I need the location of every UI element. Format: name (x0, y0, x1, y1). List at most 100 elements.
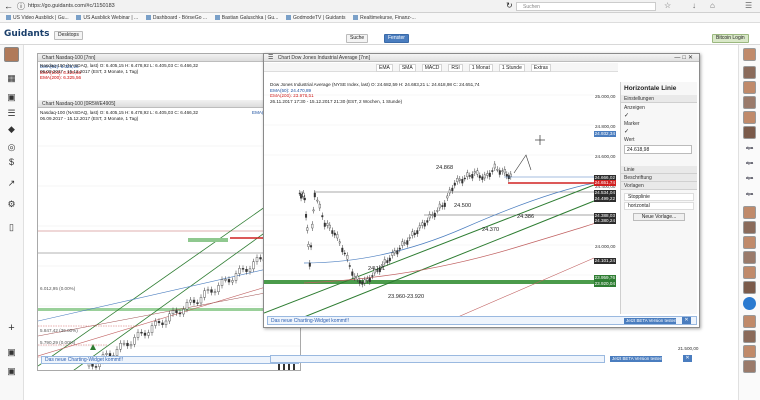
candle (192, 299, 196, 303)
dpa-afx-icon[interactable]: dpa (743, 157, 756, 168)
bookmarks-bar: US Video Ausblick | Gu... US Ausblick We… (0, 13, 760, 23)
user-avatar[interactable] (743, 111, 756, 124)
show-checkbox[interactable]: ✓ (624, 112, 694, 119)
value-input[interactable]: 24.618,98 (624, 145, 692, 154)
dpa-afx-icon[interactable]: dpa (743, 142, 756, 153)
marker-checkbox[interactable]: ✓ (624, 128, 694, 135)
section-beschriftung[interactable]: Beschriftung (621, 174, 697, 182)
list-icon[interactable]: ☰ (5, 107, 18, 119)
reload-icon[interactable]: ↻ (506, 1, 513, 10)
candle (496, 168, 499, 171)
dow-chart-canvas[interactable] (264, 73, 618, 323)
window-titlebar[interactable]: Chart Nasdaq-100 [7nn] (38, 54, 300, 62)
user-avatar[interactable] (743, 206, 756, 219)
dow-chart-window[interactable]: ☰ Chart Dow Jones Industrial Average [7n… (263, 53, 700, 328)
user-avatar[interactable] (743, 126, 756, 139)
window-button[interactable]: Fenster (384, 34, 409, 43)
candle (326, 222, 329, 226)
candle (403, 242, 406, 244)
toolbar-button-extras[interactable]: Extras (530, 64, 552, 72)
user-avatar[interactable] (743, 251, 756, 264)
section-einstellungen[interactable]: Einstellungen (621, 95, 697, 103)
gdn-icon[interactable] (743, 297, 756, 310)
dpa-afx-icon[interactable]: dpa (743, 188, 756, 199)
window-title: Chart Nasdaq-100 [7nn] (42, 55, 96, 61)
chart-icon[interactable]: ↗ (5, 177, 18, 189)
toolbar-button-1-monat[interactable]: 1 Monat (468, 64, 493, 72)
login-button[interactable]: Bitcoin Login (712, 34, 749, 43)
url-text[interactable]: https://go.guidants.com/#c/1150183 (28, 3, 115, 9)
search-button[interactable]: Suche (346, 34, 369, 43)
user-avatar[interactable] (743, 236, 756, 249)
toolbar-button-ema[interactable]: EMA (376, 64, 393, 72)
section-linie[interactable]: Linie (621, 166, 697, 174)
user-avatar[interactable] (743, 281, 756, 294)
toolbar-button-macd[interactable]: MACD (421, 64, 443, 72)
bookmark-item[interactable]: Realtimekurse, Finanz-... (353, 13, 416, 22)
bookmark-item[interactable]: Dashboard - BörseGo ... (146, 13, 207, 22)
announcement-text: Das neue Charting-Widget kommt!! (45, 357, 124, 363)
menu-icon[interactable]: ☰ (745, 1, 752, 10)
add-icon[interactable]: + (5, 322, 18, 334)
guidants-logo[interactable]: Guidants (4, 29, 49, 39)
close-announcement-button[interactable]: ✕ (683, 355, 692, 362)
trendline (287, 200, 595, 323)
nasdaq-chart-canvas[interactable] (38, 126, 301, 371)
settings-icon[interactable]: ⚙ (5, 198, 18, 210)
template-item[interactable]: Stopplinie (624, 193, 694, 201)
back-icon[interactable]: ← (4, 1, 13, 11)
template-item[interactable]: horizontal (624, 202, 694, 210)
bookmark-item[interactable]: GodmodeTV | Guidants (286, 13, 345, 22)
browser-search-input[interactable]: Suchen (516, 2, 656, 11)
info-icon[interactable]: ⓘ (17, 1, 25, 12)
user-avatar[interactable] (743, 81, 756, 94)
toolbar-button-rsi[interactable]: RSI (448, 64, 463, 72)
bookmark-item[interactable]: Bastian Galuschka | Gu... (215, 13, 279, 22)
menu-icon[interactable]: ☰ (268, 55, 273, 61)
dpa-afx-icon[interactable]: dpa (743, 172, 756, 183)
user-avatar[interactable] (4, 47, 19, 62)
folder-icon[interactable]: ▣ (5, 346, 18, 358)
toolbar-button-sma[interactable]: SMA (398, 64, 416, 72)
dollar-icon[interactable]: $ (5, 156, 18, 168)
section-vorlagen[interactable]: Vorlagen (621, 182, 697, 190)
close-announcement-button[interactable]: ✕ (682, 317, 691, 324)
user-avatar[interactable] (743, 96, 756, 109)
star-icon[interactable]: ☆ (664, 1, 671, 10)
user-avatar[interactable] (743, 266, 756, 279)
monitor-icon[interactable]: ▦ (5, 72, 18, 84)
bookmark-item[interactable]: US Video Ausblick | Gu... (6, 13, 69, 22)
desktop-button[interactable]: Desktops (54, 31, 83, 40)
candle (491, 170, 494, 172)
toolbar-button-1-stunde[interactable]: 1 Stunde (498, 64, 525, 72)
user-avatar[interactable] (743, 66, 756, 79)
beta-button[interactable]: Jetzt BETA Version testen (624, 318, 676, 324)
lightbulb-icon[interactable]: ◎ (5, 141, 18, 153)
user-avatar[interactable] (743, 221, 756, 234)
bookmark-item[interactable]: US Ausblick Webinar | ... (76, 13, 138, 22)
trendline (264, 184, 595, 314)
sub-window-titlebar[interactable]: Chart Nasdaq-100 [0R5WE4905] (38, 100, 300, 108)
candle (406, 240, 409, 245)
browser-address-bar: ← ⓘ https://go.guidants.com/#c/1150183 ↻… (0, 0, 760, 13)
window-controls[interactable]: —□✕ (674, 54, 695, 62)
folder2-icon[interactable]: ▣ (5, 365, 18, 377)
nasdaq-beta-button[interactable]: Jetzt BETA Version testen (610, 356, 662, 362)
window-titlebar[interactable]: ☰ Chart Dow Jones Industrial Average [7n… (264, 54, 699, 62)
user-avatar[interactable] (743, 48, 756, 61)
cube-icon[interactable]: ◆ (5, 123, 18, 135)
user-avatar[interactable] (743, 330, 756, 343)
user-avatar[interactable] (743, 360, 756, 373)
user-avatar[interactable] (743, 315, 756, 328)
new-template-button[interactable]: Neue Vorlage... (633, 213, 685, 221)
download-icon[interactable]: ↓ (692, 1, 696, 10)
announcement-text: Das neue Charting-Widget kommt!! (271, 318, 350, 324)
nasdaq-chart-window[interactable]: Chart Nasdaq-100 [7nn] EMA(50): 6.353,26… (37, 53, 301, 371)
desktop-icon[interactable]: ▣ (5, 91, 18, 103)
user-avatar[interactable] (743, 345, 756, 358)
tablet-icon[interactable]: ▯ (5, 221, 18, 233)
projection-arrow (513, 154, 532, 174)
level-label: 5.790,29 (0.00%) (40, 340, 76, 345)
candle (175, 310, 178, 313)
home-icon[interactable]: ⌂ (710, 1, 715, 10)
